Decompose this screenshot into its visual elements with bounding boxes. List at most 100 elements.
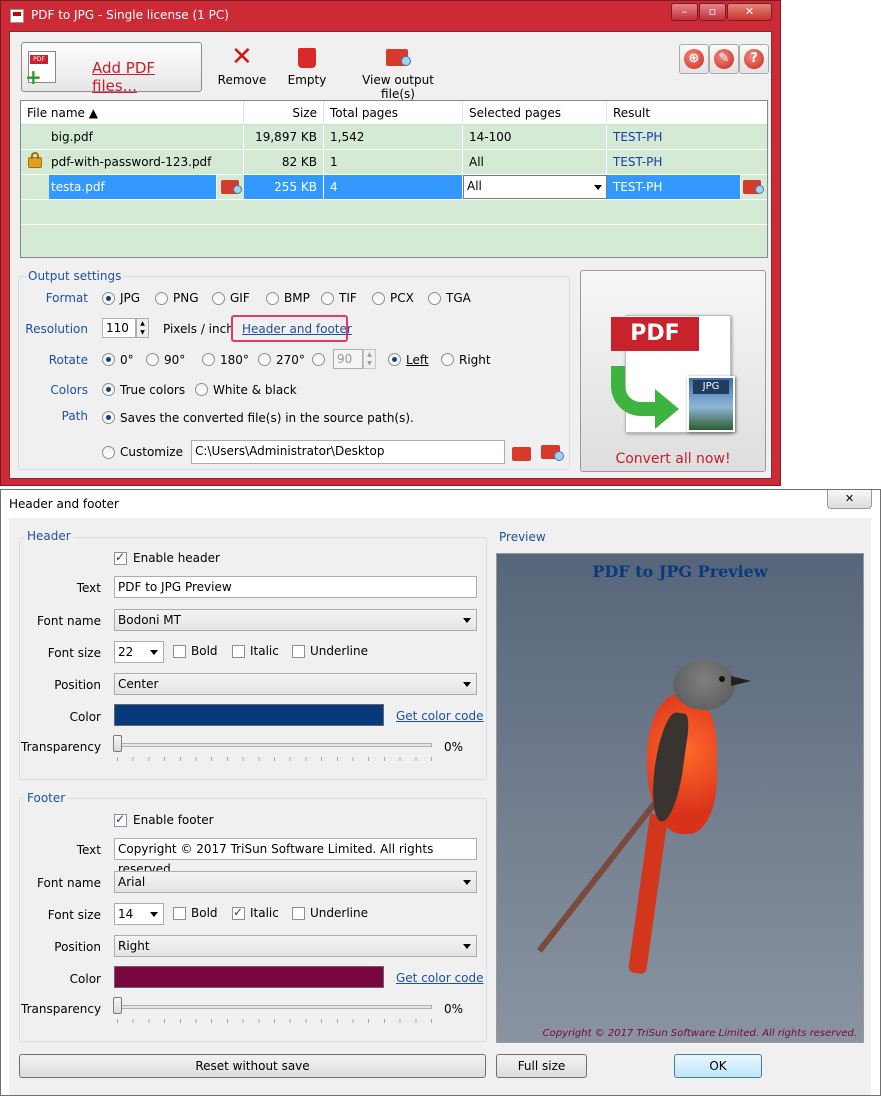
remove-button[interactable]: ✕ Remove <box>215 44 269 90</box>
format-tga-label[interactable]: TGA <box>446 291 471 305</box>
header-italic-label[interactable]: Italic <box>250 644 279 658</box>
close-button[interactable]: ✕ <box>727 3 772 21</box>
true-colors-label[interactable]: True colors <box>120 383 185 397</box>
white-black-label[interactable]: White & black <box>213 383 297 397</box>
footer-bold-checkbox[interactable] <box>173 907 186 920</box>
view-output-button[interactable]: View output file(s) <box>346 44 450 101</box>
footer-enable-checkbox[interactable] <box>114 812 127 827</box>
full-size-button[interactable]: Full size <box>496 1054 587 1078</box>
col-total-pages[interactable]: Total pages <box>324 101 463 125</box>
col-size[interactable]: Size <box>244 101 324 125</box>
header-transparency-track[interactable] <box>117 743 432 747</box>
result-cell[interactable]: TEST-PH <box>607 150 767 174</box>
col-file-name[interactable]: File name ▲ <box>21 101 244 125</box>
header-italic-checkbox[interactable] <box>232 645 245 658</box>
header-get-color-code-link[interactable]: Get color code <box>396 709 484 723</box>
result-cell[interactable]: TEST-PH <box>607 125 767 149</box>
source-path-label[interactable]: Saves the converted file(s) in the sourc… <box>120 411 414 425</box>
rotate-right-label[interactable]: Right <box>459 353 491 367</box>
table-row[interactable]: pdf-with-password-123.pdf 82 KB 1 All TE… <box>21 150 767 175</box>
chevron-down-icon[interactable] <box>594 185 602 190</box>
format-jpg-radio[interactable] <box>102 292 115 305</box>
format-jpg-label[interactable]: JPG <box>120 291 140 305</box>
maximize-button[interactable]: ▫ <box>699 3 726 21</box>
header-bold-checkbox[interactable] <box>173 645 186 658</box>
rotate-2-label[interactable]: 180° <box>220 353 249 367</box>
footer-transparency-thumb[interactable] <box>113 997 122 1014</box>
header-font-name-dropdown[interactable]: Bodoni MT <box>114 609 477 631</box>
header-underline-checkbox[interactable] <box>292 645 305 658</box>
rotate-3-label[interactable]: 270° <box>276 353 305 367</box>
col-result[interactable]: Result <box>607 101 767 125</box>
format-gif-radio[interactable] <box>212 292 225 305</box>
rotate-1-label[interactable]: 90° <box>164 353 185 367</box>
format-tga-radio[interactable] <box>428 292 441 305</box>
footer-font-size-dropdown[interactable]: 14 <box>114 903 164 925</box>
result-cell[interactable]: TEST-PH <box>607 175 741 199</box>
add-pdf-files-button[interactable]: PDF + Add PDF files... <box>21 42 202 95</box>
reset-without-save-button[interactable]: Reset without save <box>19 1054 486 1078</box>
format-png-radio[interactable] <box>155 292 168 305</box>
rotate-right-radio[interactable] <box>441 353 454 366</box>
header-underline-label[interactable]: Underline <box>310 644 368 658</box>
rotate-3-radio[interactable] <box>258 353 271 366</box>
format-pcx-radio[interactable] <box>372 292 385 305</box>
selected-pages-dropdown[interactable]: All <box>463 175 607 199</box>
footer-underline-checkbox[interactable] <box>292 907 305 920</box>
footer-get-color-code-link[interactable]: Get color code <box>396 971 484 985</box>
browse-folder-icon[interactable] <box>512 447 531 461</box>
customize-radio[interactable] <box>102 446 115 459</box>
footer-transparency-track[interactable] <box>117 1005 432 1009</box>
table-row[interactable]: big.pdf 19,897 KB 1,542 14-100 TEST-PH <box>21 125 767 150</box>
format-bmp-radio[interactable] <box>266 292 279 305</box>
rotate-0-label[interactable]: 0° <box>120 353 134 367</box>
header-position-dropdown[interactable]: Center <box>114 673 477 695</box>
white-black-radio[interactable] <box>195 383 208 396</box>
format-pcx-label[interactable]: PCX <box>390 291 414 305</box>
header-enable-checkbox[interactable] <box>114 550 127 565</box>
footer-font-name-dropdown[interactable]: Arial <box>114 871 477 893</box>
resolution-spinner[interactable]: ▲ ▼ <box>136 318 149 338</box>
table-row-selected[interactable]: testa.pdf 255 KB 4 All TEST-PH <box>21 175 767 200</box>
header-enable-label[interactable]: Enable header <box>133 551 220 565</box>
true-colors-radio[interactable] <box>102 383 115 396</box>
format-png-label[interactable]: PNG <box>173 291 199 305</box>
settings-button[interactable]: ✎ <box>709 44 739 74</box>
rotate-custom-radio[interactable] <box>312 353 325 366</box>
header-bold-label[interactable]: Bold <box>191 644 218 658</box>
footer-color-swatch[interactable] <box>114 966 384 988</box>
dialog-title-bar[interactable]: Header and footer ✕ <box>1 490 880 518</box>
footer-position-dropdown[interactable]: Right <box>114 935 477 957</box>
format-tif-label[interactable]: TIF <box>339 291 357 305</box>
col-selected-pages[interactable]: Selected pages <box>463 101 607 125</box>
footer-italic-label[interactable]: Italic <box>250 906 279 920</box>
selected-pages-cell[interactable]: All <box>463 150 607 174</box>
footer-text-input[interactable]: Copyright © 2017 TriSun Software Limited… <box>114 838 477 876</box>
format-bmp-label[interactable]: BMP <box>284 291 310 305</box>
header-footer-link[interactable]: Header and footer <box>242 322 352 336</box>
header-font-size-dropdown[interactable]: 22 <box>114 641 164 663</box>
ok-button[interactable]: OK <box>674 1054 762 1078</box>
resolution-input[interactable]: 110 <box>102 318 136 338</box>
footer-enable-label[interactable]: Enable footer <box>133 813 214 827</box>
main-title-bar[interactable]: PDF to JPG - Single license (1 PC) – ▫ ✕ <box>1 1 780 31</box>
header-text-input[interactable]: PDF to JPG Preview <box>114 576 477 598</box>
rotate-left-label[interactable]: Left <box>406 353 429 367</box>
minimize-button[interactable]: – <box>671 3 698 21</box>
empty-button[interactable]: Empty <box>284 44 330 90</box>
rotate-left-radio[interactable] <box>388 353 401 366</box>
header-color-swatch[interactable] <box>114 704 384 726</box>
custom-path-input[interactable]: C:\Users\Administrator\Desktop <box>191 440 505 464</box>
help-button[interactable]: ? <box>739 44 769 74</box>
header-transparency-thumb[interactable] <box>113 735 122 752</box>
format-gif-label[interactable]: GIF <box>230 291 250 305</box>
footer-bold-label[interactable]: Bold <box>191 906 218 920</box>
rotate-1-radio[interactable] <box>146 353 159 366</box>
source-path-radio[interactable] <box>102 411 115 424</box>
rotate-2-radio[interactable] <box>202 353 215 366</box>
website-button[interactable]: ⊕ <box>679 44 709 74</box>
selected-pages-cell[interactable]: 14-100 <box>463 125 607 149</box>
footer-italic-checkbox[interactable] <box>232 905 245 920</box>
file-grid[interactable]: File name ▲ Size Total pages Selected pa… <box>20 100 768 258</box>
dialog-close-button[interactable]: ✕ <box>827 490 872 509</box>
